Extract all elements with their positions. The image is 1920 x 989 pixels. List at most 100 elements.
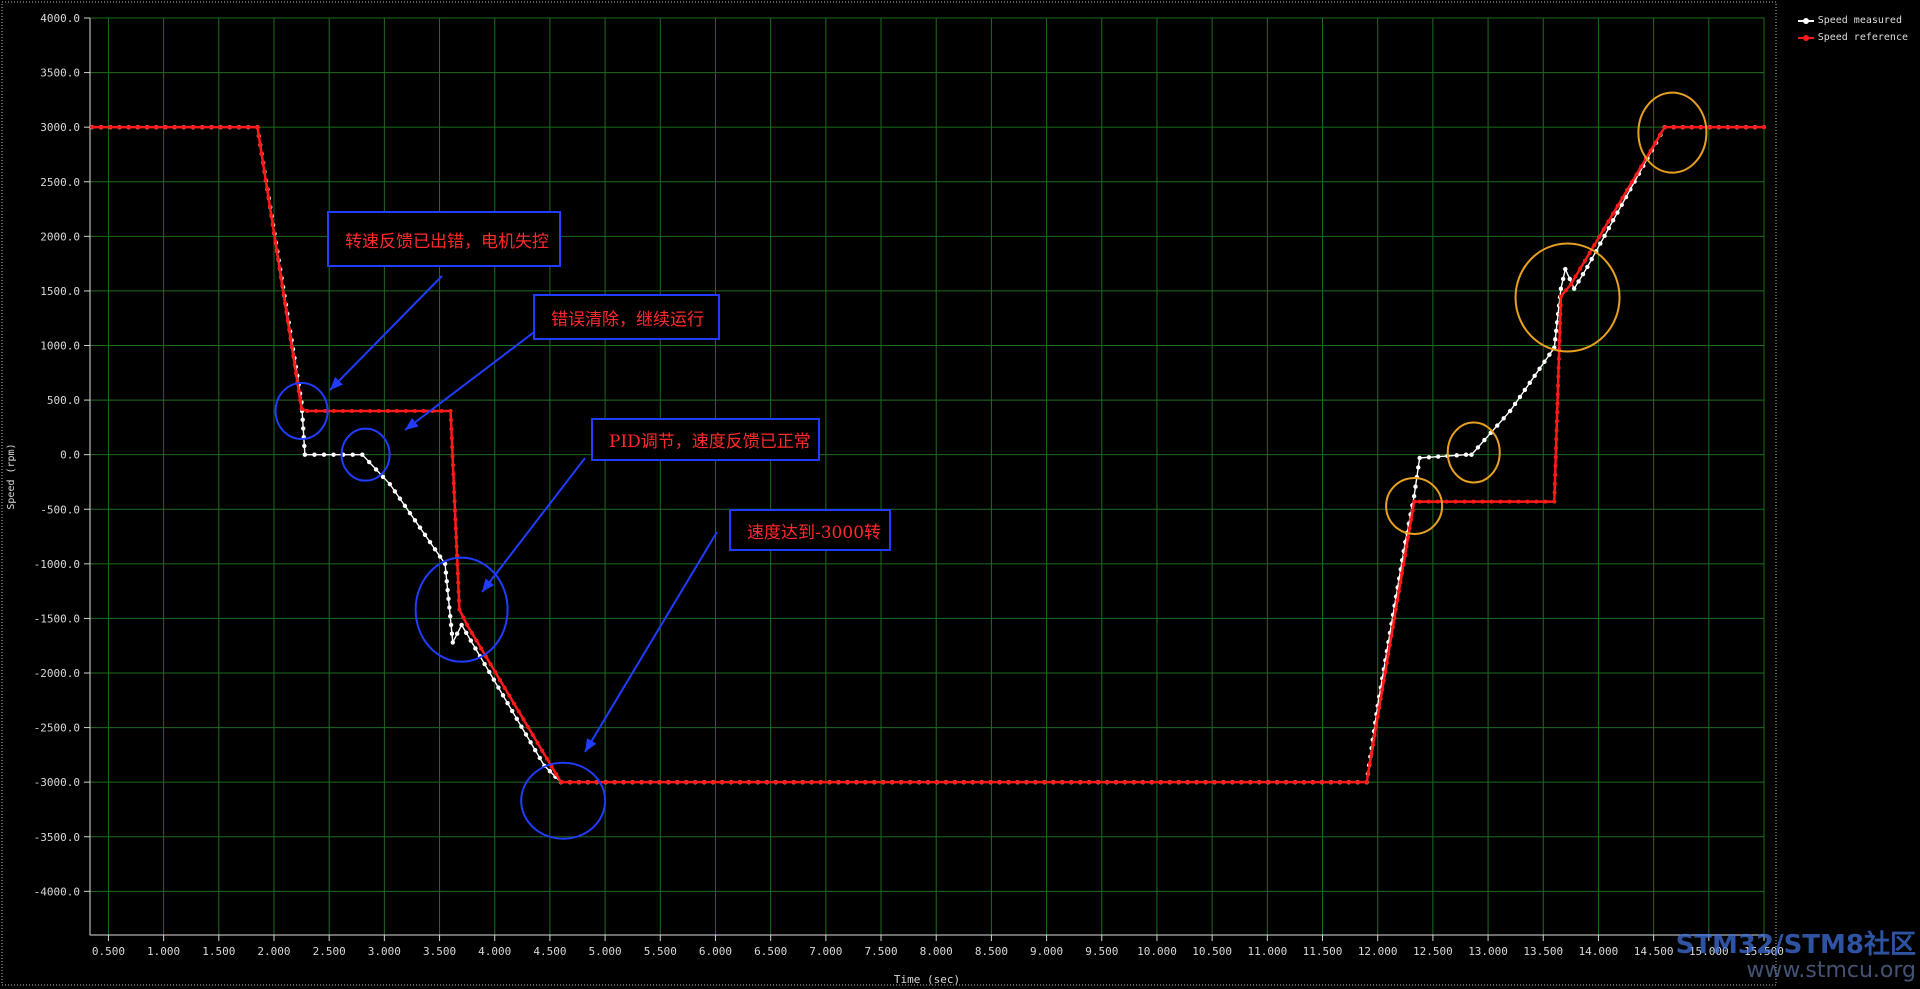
series-marker-speed-measured-56 bbox=[312, 452, 317, 457]
series-marker-speed-measured-89 bbox=[468, 638, 474, 643]
series-marker-speed-reference-281 bbox=[1606, 219, 1611, 224]
series-marker-speed-reference-48 bbox=[296, 389, 301, 394]
series-marker-speed-reference-190 bbox=[1266, 780, 1271, 785]
series-marker-speed-measured-93 bbox=[487, 669, 492, 675]
series-marker-speed-reference-113 bbox=[576, 780, 581, 785]
annotation-speed-reached: 速度达到-3000转 bbox=[729, 509, 891, 551]
series-marker-speed-measured-274 bbox=[1606, 225, 1612, 231]
plot-area bbox=[89, 17, 1765, 936]
y-tick-label-12: -2000.0 bbox=[34, 667, 80, 680]
y-tick-label-11: -1500.0 bbox=[34, 612, 80, 625]
series-marker-speed-reference-62 bbox=[403, 409, 408, 413]
series-marker-speed-reference-279 bbox=[1596, 235, 1601, 240]
series-marker-speed-reference-15 bbox=[227, 125, 232, 130]
series-marker-speed-measured-103 bbox=[533, 747, 538, 753]
series-marker-speed-reference-57 bbox=[358, 409, 363, 413]
series-marker-speed-reference-18 bbox=[255, 125, 260, 130]
series-marker-speed-reference-136 bbox=[782, 780, 787, 785]
series-marker-speed-reference-120 bbox=[639, 780, 644, 785]
series-marker-speed-reference-233 bbox=[1417, 499, 1422, 504]
annotation-error-cleared: 错误清除，继续运行 bbox=[533, 294, 720, 340]
series-marker-speed-reference-163 bbox=[1024, 780, 1029, 785]
series-marker-speed-reference-177 bbox=[1149, 780, 1154, 785]
x-tick-label-27: 14.000 bbox=[1579, 945, 1619, 958]
series-marker-speed-reference-98 bbox=[497, 677, 502, 682]
series-marker-speed-reference-203 bbox=[1367, 761, 1372, 766]
series-marker-speed-reference-31 bbox=[273, 239, 278, 244]
series-marker-speed-reference-105 bbox=[530, 733, 535, 738]
series-marker-speed-reference-157 bbox=[970, 780, 975, 785]
series-marker-speed-reference-243 bbox=[1507, 499, 1512, 504]
annotation-pid-tuning: PID调节，速度反馈已正常 bbox=[591, 418, 820, 461]
series-marker-speed-reference-140 bbox=[818, 780, 823, 785]
series-marker-speed-reference-93 bbox=[474, 638, 479, 643]
series-marker-speed-reference-21 bbox=[259, 151, 264, 156]
series-marker-speed-reference-291 bbox=[1653, 140, 1658, 145]
series-marker-speed-reference-260 bbox=[1555, 392, 1560, 397]
series-marker-speed-reference-251 bbox=[1553, 472, 1558, 477]
series-marker-speed-reference-90 bbox=[461, 615, 466, 620]
series-marker-speed-reference-183 bbox=[1203, 780, 1208, 785]
series-marker-speed-reference-82 bbox=[454, 544, 459, 549]
series-marker-speed-reference-14 bbox=[218, 125, 223, 130]
series-marker-speed-reference-223 bbox=[1398, 580, 1403, 585]
series-marker-speed-reference-97 bbox=[493, 670, 498, 675]
legend-label-speed-measured: Speed measured bbox=[1817, 15, 1902, 26]
series-marker-speed-reference-106 bbox=[535, 740, 540, 745]
series-marker-speed-reference-272 bbox=[1563, 288, 1568, 293]
x-tick-label-21: 11.000 bbox=[1247, 945, 1287, 958]
x-tick-label-9: 5.000 bbox=[589, 945, 622, 958]
x-tick-label-6: 3.500 bbox=[423, 945, 456, 958]
series-marker-speed-reference-61 bbox=[394, 409, 399, 413]
series-marker-speed-measured-242 bbox=[1482, 437, 1487, 443]
x-tick-label-12: 6.500 bbox=[754, 945, 787, 958]
series-marker-speed-reference-182 bbox=[1194, 780, 1199, 785]
series-marker-speed-measured-238 bbox=[1454, 453, 1459, 458]
series-marker-speed-reference-204 bbox=[1369, 752, 1374, 757]
annotation-feedback-error-text: 转速反馈已出错，电机失控 bbox=[345, 231, 549, 252]
series-marker-speed-reference-195 bbox=[1310, 780, 1315, 785]
series-marker-speed-reference-168 bbox=[1069, 780, 1074, 785]
series-marker-speed-reference-142 bbox=[836, 780, 841, 785]
series-marker-speed-reference-24 bbox=[263, 177, 268, 182]
series-marker-speed-reference-158 bbox=[979, 780, 984, 785]
series-marker-speed-reference-176 bbox=[1140, 780, 1145, 785]
speed-chart: 0.500 1.000 1.500 2.000 2.500 3.000 3.500 4.000… bbox=[1, 1, 1784, 986]
series-marker-speed-reference-175 bbox=[1131, 780, 1136, 785]
series-marker-speed-reference-78 bbox=[452, 508, 457, 513]
series-marker-speed-measured-72 bbox=[422, 532, 428, 538]
series-marker-speed-reference-256 bbox=[1554, 428, 1559, 433]
series-marker-speed-measured-104 bbox=[537, 755, 542, 761]
series-marker-speed-reference-49 bbox=[298, 398, 303, 403]
watermark-url: www.stmcu.org bbox=[1746, 958, 1916, 983]
series-marker-speed-reference-227 bbox=[1404, 544, 1409, 549]
series-marker-speed-reference-29 bbox=[270, 221, 275, 226]
series-marker-speed-measured-268 bbox=[1580, 271, 1586, 277]
series-marker-speed-measured-80 bbox=[446, 596, 451, 601]
series-marker-speed-reference-297 bbox=[1698, 125, 1703, 130]
series-marker-speed-reference-218 bbox=[1390, 625, 1395, 630]
series-marker-speed-reference-161 bbox=[1006, 780, 1011, 785]
y-tick-label-7: 500.0 bbox=[47, 394, 80, 407]
series-marker-speed-reference-247 bbox=[1543, 499, 1548, 504]
series-marker-speed-measured-249 bbox=[1522, 387, 1528, 393]
series-marker-speed-reference-172 bbox=[1105, 780, 1110, 785]
legend-entry-speed-measured: Speed measured bbox=[1797, 12, 1908, 29]
series-marker-speed-reference-130 bbox=[729, 780, 734, 785]
series-marker-speed-reference-144 bbox=[854, 780, 859, 785]
series-marker-speed-reference-225 bbox=[1401, 562, 1406, 567]
x-tick-label-7: 4.000 bbox=[478, 945, 511, 958]
watermark-title: STM32/STM8社区 bbox=[1675, 930, 1916, 960]
y-tick-label-6: 1000.0 bbox=[40, 340, 80, 353]
x-tick-label-0: 0.500 bbox=[92, 945, 125, 958]
series-marker-speed-reference-119 bbox=[630, 780, 635, 785]
series-marker-speed-reference-122 bbox=[657, 780, 662, 785]
series-marker-speed-reference-2 bbox=[108, 125, 113, 130]
series-marker-speed-measured-66 bbox=[392, 489, 398, 494]
series-marker-speed-reference-76 bbox=[452, 490, 457, 495]
series-marker-speed-reference-187 bbox=[1239, 780, 1244, 785]
series-marker-speed-reference-220 bbox=[1393, 607, 1398, 612]
y-tick-label-9: -500.0 bbox=[40, 503, 80, 516]
series-marker-speed-reference-206 bbox=[1372, 733, 1377, 738]
series-marker-speed-reference-285 bbox=[1625, 188, 1630, 193]
